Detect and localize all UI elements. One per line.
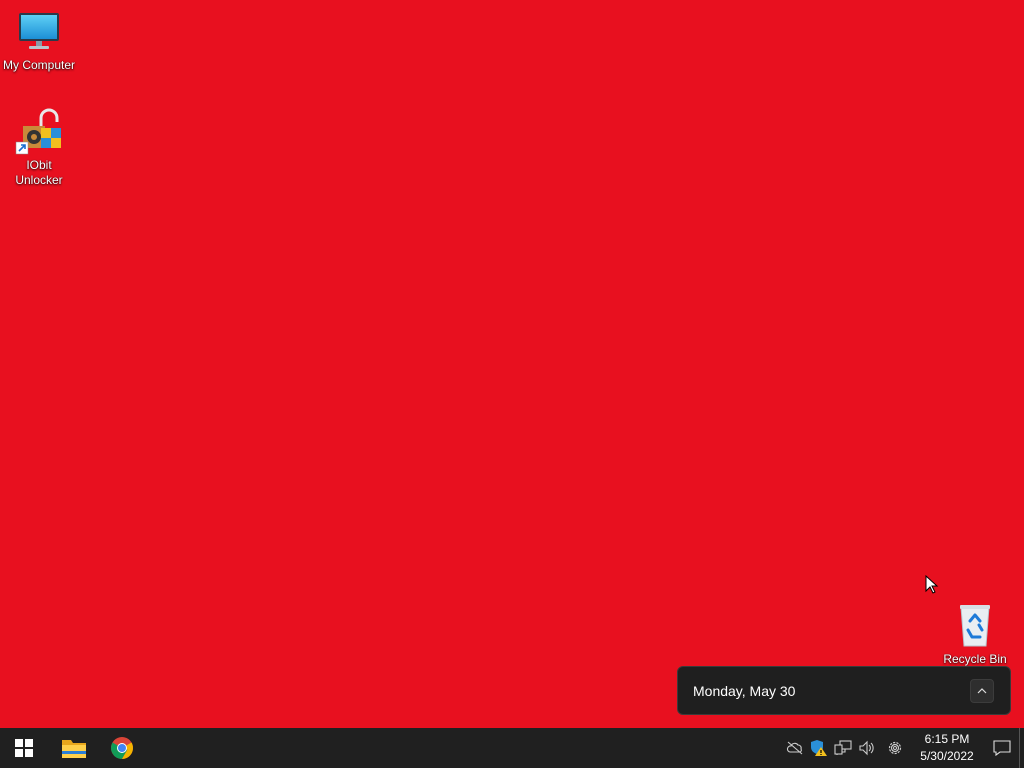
mouse-cursor-icon bbox=[925, 575, 939, 594]
volume-icon[interactable] bbox=[855, 728, 879, 768]
calendar-date-header: Monday, May 30 bbox=[693, 682, 796, 699]
security-warning-icon[interactable] bbox=[807, 728, 831, 768]
settings-icon[interactable] bbox=[883, 728, 907, 768]
monitor-icon bbox=[15, 8, 63, 56]
show-desktop-button[interactable] bbox=[1019, 728, 1024, 768]
desktop-icon-label: My Computer bbox=[2, 58, 76, 72]
network-icon[interactable] bbox=[831, 728, 855, 768]
desktop-icon-recycle-bin[interactable]: Recycle Bin bbox=[936, 602, 1014, 667]
desktop-icon-label: Recycle Bin bbox=[943, 652, 1007, 666]
recycle-bin-icon bbox=[951, 602, 999, 650]
clock-time: 6:15 PM bbox=[924, 732, 970, 746]
chevron-up-icon bbox=[977, 687, 987, 693]
clock-date: 5/30/2022 bbox=[920, 749, 974, 763]
taskbar-chrome[interactable] bbox=[98, 728, 146, 768]
taskbar-file-explorer[interactable] bbox=[50, 728, 98, 768]
taskbar: 6:15 PM 5/30/2022 bbox=[0, 728, 1024, 768]
windows-icon bbox=[15, 739, 33, 757]
taskbar-clock[interactable]: 6:15 PM 5/30/2022 bbox=[917, 731, 977, 765]
desktop-icon-iobit-unlocker[interactable]: IObit Unlocker bbox=[0, 108, 78, 188]
desktop-icon-my-computer[interactable]: My Computer bbox=[0, 8, 78, 73]
iobit-unlocker-icon bbox=[15, 108, 63, 156]
system-tray: 6:15 PM 5/30/2022 bbox=[783, 728, 1024, 768]
folder-icon bbox=[62, 740, 86, 758]
desktop-icon-label: IObit Unlocker bbox=[15, 158, 63, 187]
calendar-expand-button[interactable] bbox=[970, 678, 994, 703]
onedrive-offline-icon[interactable] bbox=[783, 728, 807, 768]
start-button[interactable] bbox=[0, 728, 48, 768]
notification-center-button[interactable] bbox=[985, 728, 1019, 768]
calendar-flyout: Monday, May 30 bbox=[677, 666, 1011, 715]
chrome-icon bbox=[111, 737, 133, 759]
notification-icon bbox=[993, 740, 1011, 757]
